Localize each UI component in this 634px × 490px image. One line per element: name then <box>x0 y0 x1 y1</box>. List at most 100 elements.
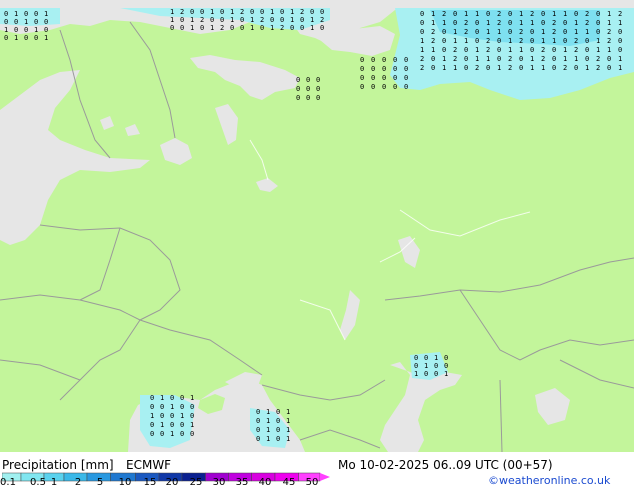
precip-marker: 1 <box>475 55 479 63</box>
precip-marker: 0 <box>240 16 244 24</box>
precip-marker: 1 <box>519 46 523 54</box>
precip-marker: 0 <box>442 37 446 45</box>
precip-marker: 0 <box>316 76 320 84</box>
legend-tick-label: 25 <box>189 477 203 488</box>
precip-marker: 1 <box>34 26 38 34</box>
precip-marker: 1 <box>618 55 622 63</box>
legend-tick-label: 20 <box>165 477 179 488</box>
precipitation-map[interactable]: 0120110201201102012011020120110201201102… <box>0 0 634 452</box>
precip-marker: 1 <box>290 16 294 24</box>
precip-marker: 2 <box>486 46 490 54</box>
precip-marker: 0 <box>497 37 501 45</box>
precip-marker: 0 <box>256 426 260 434</box>
precip-marker: 0 <box>150 421 154 429</box>
precip-marker: 1 <box>596 46 600 54</box>
precip-marker: 0 <box>34 10 38 18</box>
precip-marker: 0 <box>296 85 300 93</box>
precip-marker: 1 <box>266 426 270 434</box>
precip-marker: 1 <box>574 28 578 36</box>
precip-marker: 0 <box>306 76 310 84</box>
precip-marker: 0 <box>300 16 304 24</box>
precip-marker: 0 <box>404 56 408 64</box>
precip-marker: 2 <box>574 46 578 54</box>
precip-marker: 1 <box>210 8 214 16</box>
legend-title: Precipitation [mm] <box>2 458 114 472</box>
color-scale-arrow <box>320 473 330 481</box>
precip-marker: 0 <box>276 435 280 443</box>
precip-marker: 0 <box>320 8 324 16</box>
precip-marker: 2 <box>453 55 457 63</box>
precip-marker: 2 <box>497 19 501 27</box>
precip-marker: 0 <box>44 18 48 26</box>
precip-marker: 0 <box>508 10 512 18</box>
precip-marker: 2 <box>607 28 611 36</box>
precip-marker: 0 <box>320 24 324 32</box>
precip-marker: 1 <box>14 34 18 42</box>
precip-marker: 0 <box>170 412 174 420</box>
precip-marker: 0 <box>150 430 154 438</box>
precip-marker: 1 <box>286 426 290 434</box>
precip-marker: 2 <box>618 10 622 18</box>
precip-marker: 0 <box>530 46 534 54</box>
precip-marker: 0 <box>371 74 375 82</box>
precip-marker: 0 <box>618 37 622 45</box>
precip-marker: 1 <box>170 430 174 438</box>
legend-tick-label: 30 <box>212 477 226 488</box>
precip-marker: 2 <box>541 55 545 63</box>
precip-marker: 0 <box>250 8 254 16</box>
precip-marker: 2 <box>280 24 284 32</box>
precip-marker: 0 <box>170 24 174 32</box>
precip-marker: 2 <box>420 64 424 72</box>
precip-marker: 0 <box>256 408 260 416</box>
precip-marker: 1 <box>270 8 274 16</box>
precip-marker: 1 <box>453 28 457 36</box>
precip-marker: 1 <box>270 24 274 32</box>
precip-marker: 1 <box>519 10 523 18</box>
precip-marker: 2 <box>220 24 224 32</box>
precip-marker: 1 <box>563 10 567 18</box>
precip-marker: 0 <box>585 46 589 54</box>
precip-marker: 1 <box>475 10 479 18</box>
precip-marker: 0 <box>306 85 310 93</box>
precip-marker: 1 <box>210 24 214 32</box>
precip-marker: 0 <box>360 74 364 82</box>
forecast-datetime: Mo 10-02-2025 06..09 UTC (00+57) <box>338 458 553 472</box>
precip-marker: 0 <box>316 85 320 93</box>
precip-marker: 2 <box>596 64 600 72</box>
precip-marker: 1 <box>44 10 48 18</box>
precip-marker: 0 <box>270 16 274 24</box>
precip-marker: 0 <box>360 56 364 64</box>
precip-marker: 1 <box>563 46 567 54</box>
legend-tick-label: 40 <box>258 477 272 488</box>
precip-marker: 0 <box>618 46 622 54</box>
legend-tick-label: 2 <box>74 477 82 488</box>
precip-marker: 1 <box>170 403 174 411</box>
precip-marker: 0 <box>596 28 600 36</box>
precip-marker: 0 <box>34 34 38 42</box>
precip-marker: 0 <box>424 354 428 362</box>
precip-marker: 2 <box>519 28 523 36</box>
precip-marker: 2 <box>320 16 324 24</box>
precip-marker: 1 <box>190 24 194 32</box>
precip-marker: 2 <box>563 64 567 72</box>
precip-marker: 0 <box>160 430 164 438</box>
precip-marker: 0 <box>4 34 8 42</box>
precip-marker: 1 <box>497 64 501 72</box>
precip-marker: 1 <box>250 24 254 32</box>
precip-marker: 2 <box>519 37 523 45</box>
precip-marker: 2 <box>420 55 424 63</box>
precip-marker: 0 <box>280 16 284 24</box>
precip-marker: 0 <box>486 64 490 72</box>
precip-marker: 0 <box>280 8 284 16</box>
precip-marker: 0 <box>256 435 260 443</box>
precip-marker: 1 <box>414 370 418 378</box>
precip-marker: 1 <box>607 19 611 27</box>
precip-marker: 1 <box>607 10 611 18</box>
precip-marker: 2 <box>453 46 457 54</box>
precip-marker: 0 <box>442 28 446 36</box>
precip-marker: 1 <box>266 435 270 443</box>
map-legend-footer: Precipitation [mm] ECMWF Mo 10-02-2025 0… <box>0 452 634 490</box>
precip-marker: 1 <box>442 64 446 72</box>
precip-marker: 0 <box>24 10 28 18</box>
copyright-link[interactable]: ©weatheronline.co.uk <box>488 474 610 487</box>
